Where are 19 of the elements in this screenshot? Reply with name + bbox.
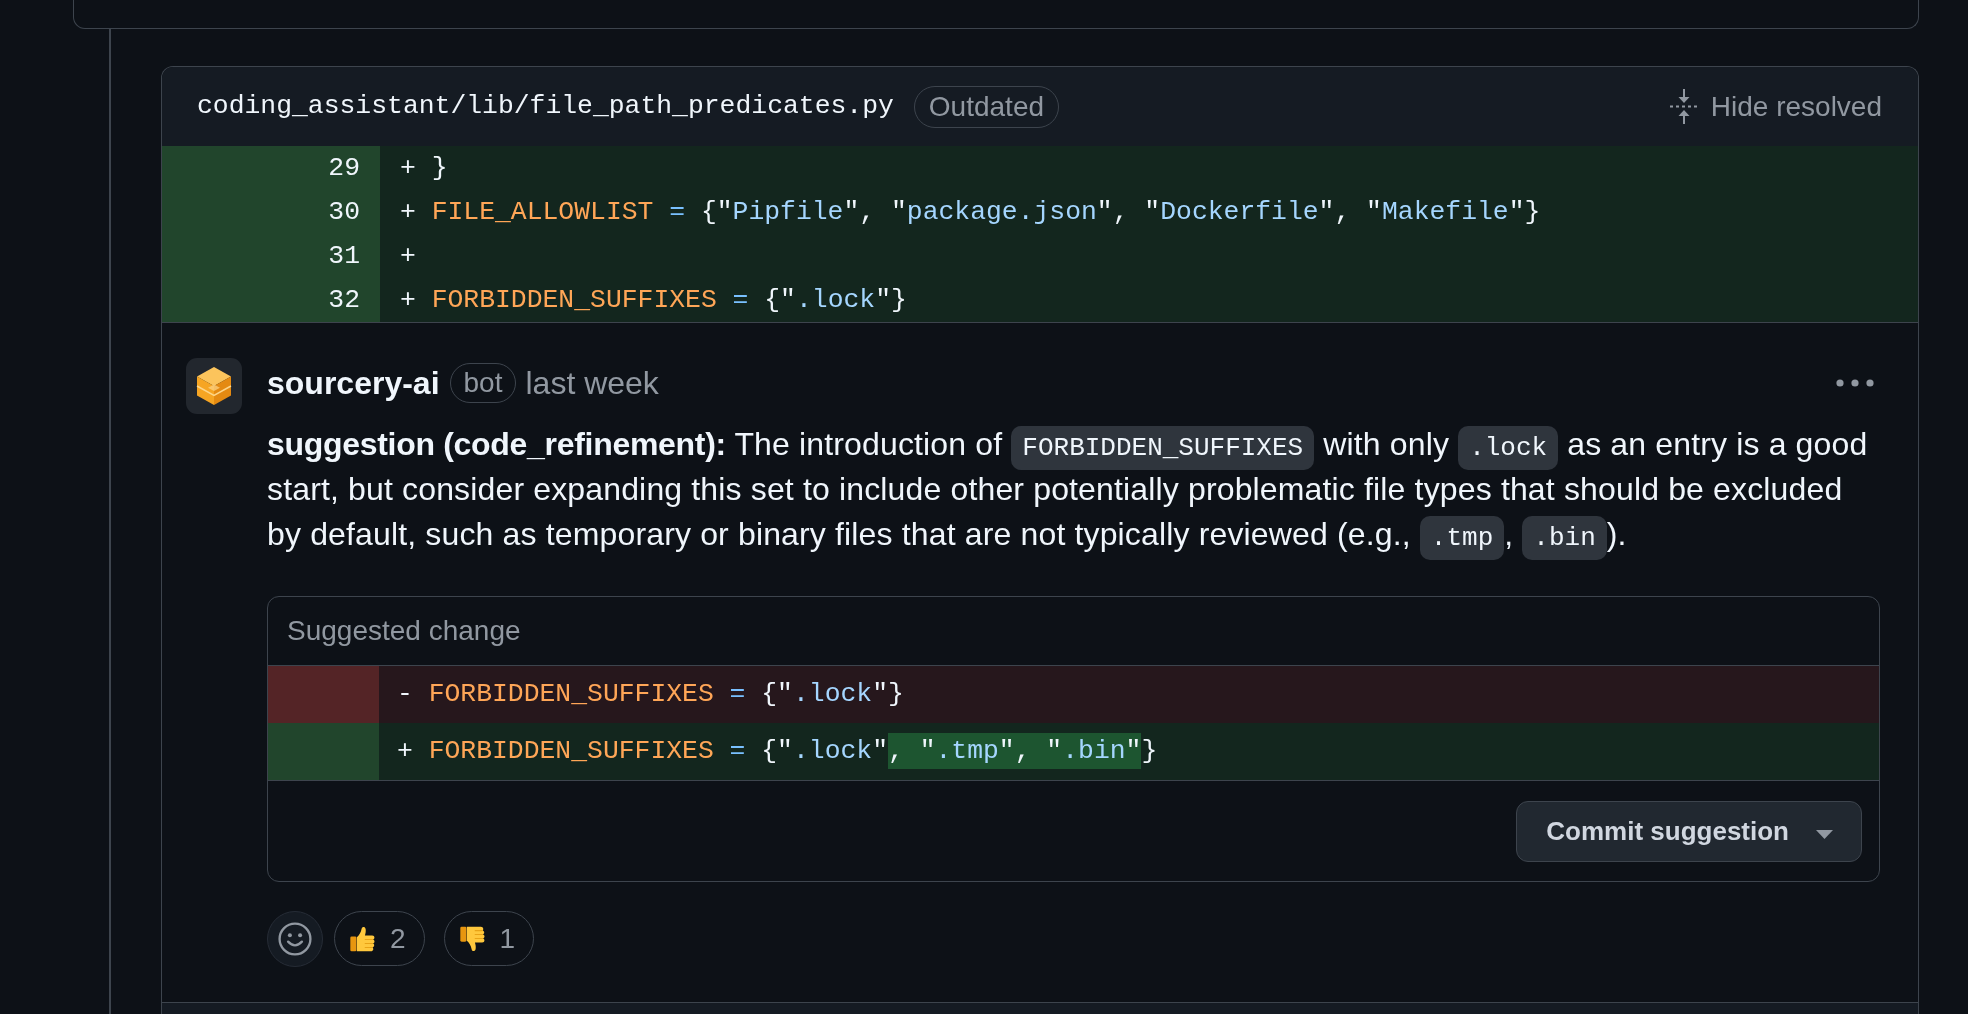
comment-text: suggestion (code_refinement): The introduction of FORBIDDEN_SUFFIXES with only .lock as an entry is a good start, but consider expanding this set to include other potentially problematic file types that should be excluded by default, such as temporary or binary files that are not typically reviewed (e.g., .tmp , .bin ). (267, 422, 1880, 557)
commit-suggestion-button[interactable]: Commit suggestion (1516, 801, 1862, 862)
ellipsis-icon (1835, 378, 1875, 387)
line-number: 30 (162, 190, 380, 234)
thumbs-down-icon (458, 924, 487, 953)
thumbs-up-icon (349, 924, 377, 953)
collapse-arrows-icon (1668, 89, 1699, 124)
line-number: 31 (162, 234, 380, 278)
smiley-icon (278, 921, 312, 956)
hide-resolved-button[interactable]: Hide resolved (1668, 85, 1882, 128)
timestamp[interactable]: last week (525, 358, 659, 407)
line-number: 29 (162, 146, 380, 190)
more-options-button[interactable] (1835, 378, 1875, 387)
suggestion-title: Suggested change (287, 614, 521, 648)
cube-avatar-icon[interactable] (186, 358, 242, 414)
line-number: 32 (162, 278, 380, 322)
author-name[interactable]: sourcery-ai (267, 358, 440, 407)
file-path[interactable]: coding_assistant/lib/file_path_predicates.py (197, 86, 894, 127)
caret-icon (1816, 830, 1833, 839)
